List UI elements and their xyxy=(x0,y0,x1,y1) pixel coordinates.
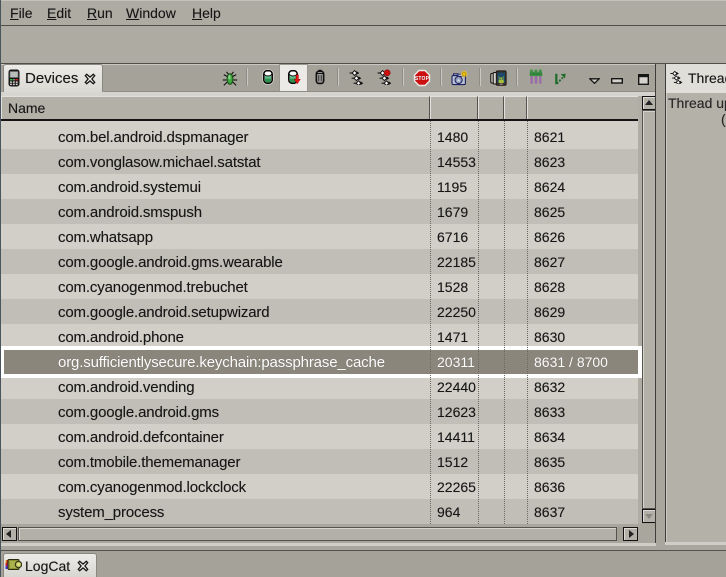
svg-text:STOP: STOP xyxy=(415,76,430,82)
